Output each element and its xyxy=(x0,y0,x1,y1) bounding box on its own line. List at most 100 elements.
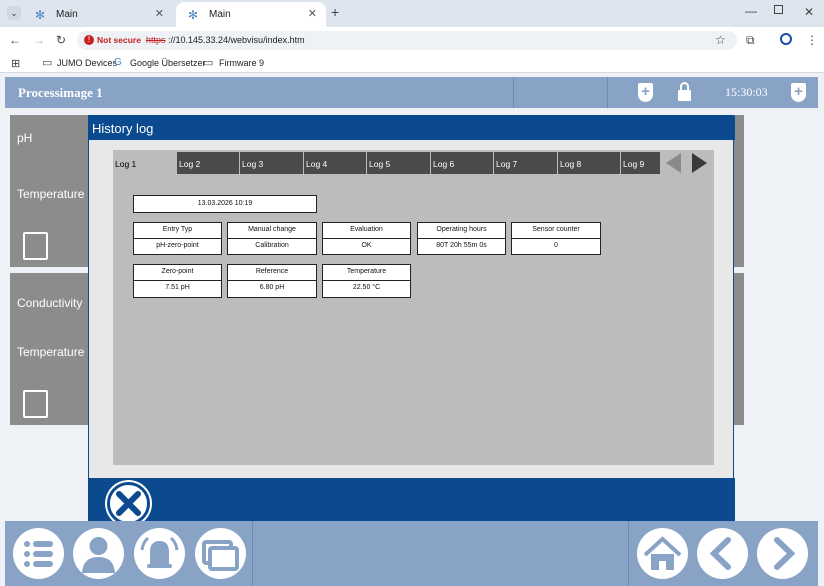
add-shield-icon[interactable]: + xyxy=(638,83,653,102)
close-tab-icon[interactable]: ✕ xyxy=(308,7,317,20)
tab-log-4[interactable]: Log 4 xyxy=(304,152,367,174)
bookmark-firmware-9[interactable]: Firmware 9 xyxy=(219,58,264,68)
browser-tab-2[interactable]: ✻ Main ✕ xyxy=(176,2,326,27)
tab-log-6[interactable]: Log 6 xyxy=(431,152,494,174)
windows-icon xyxy=(202,540,239,571)
address-bar[interactable]: ! Not secure https ://10.145.33.24/webvi… xyxy=(77,31,737,50)
history-log-dialog: History log Log 1 Log 2 Log 3 Log 4 Log … xyxy=(88,115,735,529)
field-value: 22.50 °C xyxy=(352,284,381,291)
timestamp-value: 13.03.2026 10:19 xyxy=(197,200,253,207)
translate-icon: G xyxy=(114,57,122,68)
nav-divider xyxy=(628,521,629,586)
maximize-icon[interactable] xyxy=(774,5,783,14)
field-operating-hours: Operating hours 80T 20h 55m 0s xyxy=(417,222,506,255)
browser-tab-label: Main xyxy=(56,9,78,20)
tab-strip: ⌄ ✻ Main ✕ ✻ Main ✕ + — ✕ xyxy=(0,0,824,27)
tab-search-icon[interactable]: ⌄ xyxy=(7,6,21,20)
menu-icon[interactable]: ⋮ xyxy=(806,33,818,47)
list-menu-button[interactable] xyxy=(13,528,64,579)
log-timestamp: 13.03.2026 10:19 xyxy=(133,195,317,213)
url-text: ://10.145.33.24/webvisu/index.htm xyxy=(168,35,305,45)
back-nav-button[interactable] xyxy=(697,528,748,579)
close-window-icon[interactable]: ✕ xyxy=(804,5,814,19)
profile-icon[interactable] xyxy=(780,33,792,45)
field-label: Evaluation xyxy=(323,223,410,239)
tab-scroll-right-icon[interactable] xyxy=(692,153,707,173)
panel-label-conductivity: Conductivity xyxy=(17,296,83,310)
sensor-panel-2[interactable]: Conductivity Temperature xyxy=(10,273,88,425)
close-icon xyxy=(116,491,141,516)
header-divider xyxy=(607,77,608,108)
home-button[interactable] xyxy=(637,528,688,579)
dialog-title: History log xyxy=(92,121,154,136)
header-divider xyxy=(513,77,514,108)
field-label: Entry Typ xyxy=(134,223,221,239)
forward-icon[interactable]: → xyxy=(33,33,45,47)
minimize-icon[interactable]: — xyxy=(745,4,757,18)
warning-icon: ! xyxy=(84,35,94,45)
user-button[interactable] xyxy=(73,528,124,579)
user-icon xyxy=(82,537,115,573)
gear-icon: ✻ xyxy=(35,8,46,22)
chevron-left-icon xyxy=(709,537,731,570)
bookmark-google-uebersetzer[interactable]: Google Übersetzer xyxy=(130,58,206,68)
field-value: pH-zero-point xyxy=(156,241,199,249)
gear-icon: ✻ xyxy=(188,8,199,22)
tab-log-1[interactable]: Log 1 xyxy=(113,152,177,174)
back-icon[interactable]: ← xyxy=(9,33,21,47)
alarm-button[interactable] xyxy=(134,528,185,579)
reload-icon[interactable]: ↻ xyxy=(56,33,66,47)
field-entry-typ: Entry Typ pH-zero-point xyxy=(133,222,222,255)
field-label: Manual change xyxy=(228,223,316,239)
star-icon[interactable]: ☆ xyxy=(715,33,726,47)
list-icon xyxy=(24,541,53,567)
logbook-icon[interactable] xyxy=(23,232,48,260)
logbook-icon[interactable] xyxy=(23,390,48,418)
bookmarks-bar xyxy=(0,54,824,73)
forward-nav-button[interactable] xyxy=(757,528,808,579)
page-title: Processimage 1 xyxy=(18,85,103,100)
new-tab-icon[interactable]: + xyxy=(331,5,339,19)
panel-label-temperature: Temperature xyxy=(17,187,85,201)
close-dialog-button[interactable] xyxy=(107,482,150,525)
close-tab-icon[interactable]: ✕ xyxy=(155,7,164,20)
home-icon xyxy=(643,536,682,570)
folder-icon: ▭ xyxy=(203,57,214,69)
extensions-icon[interactable]: ⧉ xyxy=(746,33,755,47)
lock-shackle xyxy=(680,82,689,92)
apps-icon[interactable]: ⊞ xyxy=(11,57,20,71)
browser-tab-1[interactable]: ✻ Main ✕ xyxy=(23,2,173,27)
field-value: Calibration xyxy=(255,241,289,249)
field-value: 6.80 pH xyxy=(259,284,285,291)
add-shield-icon-2[interactable]: + xyxy=(791,83,806,102)
panel-label-ph: pH xyxy=(17,131,33,145)
field-sensor-counter: Sensor counter 0 xyxy=(511,222,601,255)
tab-log-5[interactable]: Log 5 xyxy=(367,152,431,174)
browser-tab-label: Main xyxy=(209,9,231,20)
tab-log-8[interactable]: Log 8 xyxy=(558,152,621,174)
tab-log-3[interactable]: Log 3 xyxy=(240,152,304,174)
dialog-header: History log xyxy=(89,116,735,140)
tab-scroll-left-icon[interactable] xyxy=(666,153,681,173)
bookmark-jumo-devices[interactable]: JUMO Devices xyxy=(57,58,117,68)
sensor-panel-1[interactable]: pH Temperature xyxy=(10,115,88,267)
url-scheme: https xyxy=(146,35,166,45)
field-label: Zero-point xyxy=(134,265,221,281)
field-label: Sensor counter xyxy=(512,223,600,239)
security-label[interactable]: Not secure xyxy=(97,35,141,45)
field-zero-point: Zero-point 7.51 pH xyxy=(133,264,222,298)
tab-log-7[interactable]: Log 7 xyxy=(494,152,558,174)
field-value: 0 xyxy=(554,241,558,249)
field-manual-change: Manual change Calibration xyxy=(227,222,317,255)
right-panel-edge xyxy=(733,273,744,425)
field-evaluation: Evaluation OK xyxy=(322,222,411,255)
field-value: 80T 20h 55m 0s xyxy=(436,241,487,249)
tab-log-9[interactable]: Log 9 xyxy=(621,152,661,174)
field-label: Operating hours xyxy=(418,223,505,239)
nav-divider xyxy=(252,521,253,586)
windows-button[interactable] xyxy=(195,528,246,579)
header-bar: Processimage 1 + 15:30:03 + xyxy=(5,77,818,108)
field-label: Reference xyxy=(228,265,316,281)
tab-log-2[interactable]: Log 2 xyxy=(177,152,240,174)
panel-label-temperature: Temperature xyxy=(17,345,85,359)
